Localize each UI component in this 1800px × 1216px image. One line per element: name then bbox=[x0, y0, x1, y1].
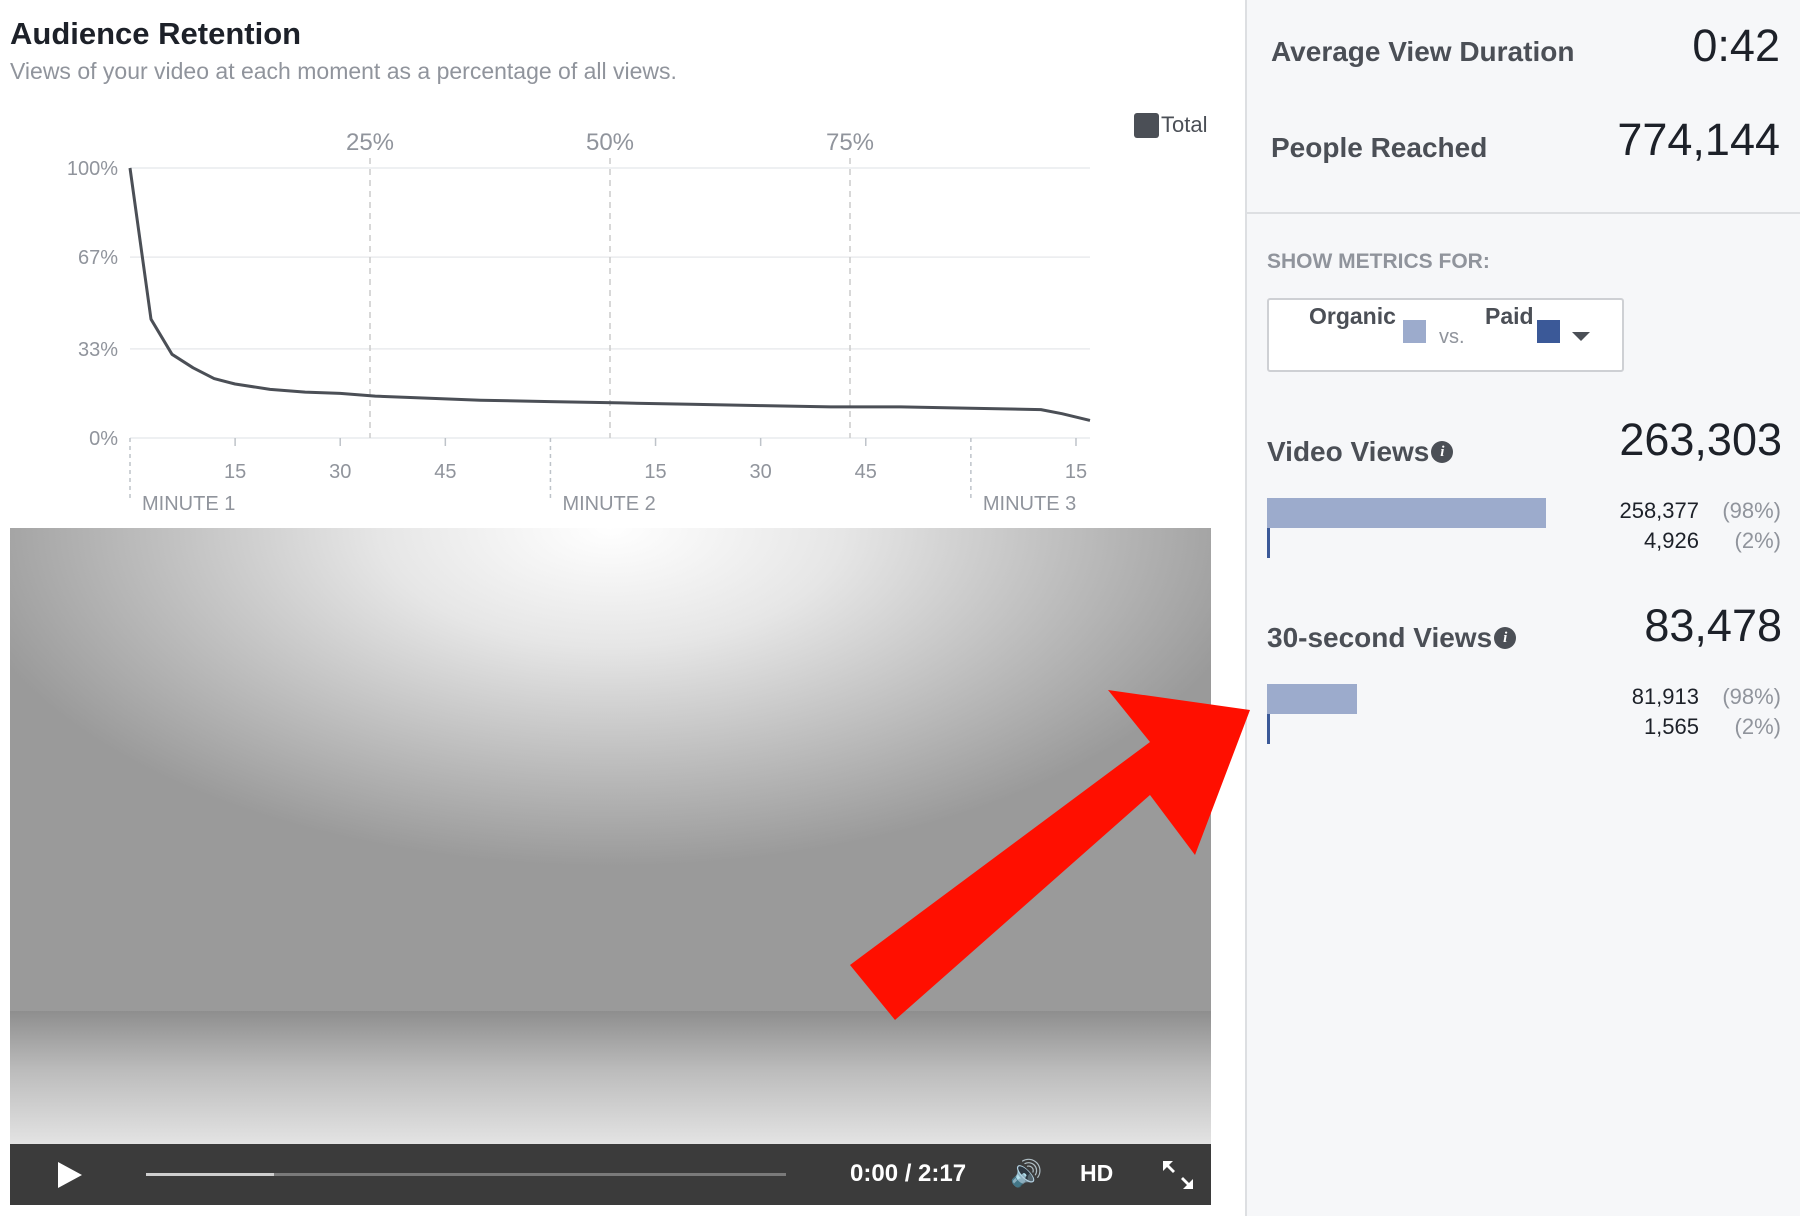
legend-swatch bbox=[1134, 112, 1159, 138]
metrics-heading: SHOW METRICS FOR: bbox=[1267, 250, 1490, 273]
quartile-label: 50% bbox=[586, 129, 634, 156]
thirty-second-views-organic-pct: (98%) bbox=[1722, 684, 1781, 709]
info-icon[interactable]: i bbox=[1494, 627, 1517, 649]
y-tick-label: 0% bbox=[89, 428, 118, 450]
minute-label: MINUTE 3 bbox=[983, 493, 1076, 515]
retention-subtitle: Views of your video at each moment as a … bbox=[10, 58, 677, 84]
volume-icon[interactable]: 🔊 bbox=[1010, 1158, 1042, 1189]
organic-swatch bbox=[1403, 320, 1426, 343]
paid-swatch bbox=[1537, 320, 1560, 343]
video-views-paid-pct: (2%) bbox=[1734, 528, 1781, 553]
hd-button[interactable]: HD bbox=[1080, 1160, 1113, 1187]
minute-label: MINUTE 1 bbox=[142, 493, 235, 515]
thirty-second-views-paid-count: 1,565 bbox=[1643, 714, 1699, 739]
video-views-organic-pct: (98%) bbox=[1722, 498, 1781, 523]
thirty-second-views-label: 30-second Views i bbox=[1267, 622, 1517, 654]
video-views-paid-bar bbox=[1267, 528, 1270, 558]
metrics-selector-dropdown[interactable]: Organic vs. Paid bbox=[1267, 298, 1624, 372]
x-tick-label: 15 bbox=[224, 461, 246, 483]
x-tick-label: 15 bbox=[1065, 461, 1087, 483]
thirty-second-views-total: 83,478 bbox=[1644, 600, 1782, 651]
video-progress-fill bbox=[146, 1173, 274, 1176]
thirty-second-views-label-text: 30-second Views bbox=[1267, 622, 1493, 653]
retention-chart: 100% 67% 33% 0% 25% 50% 75% 15 30 45 15 30 45 15 MINUT… bbox=[67, 129, 1091, 515]
page-root: Audience Retention Views of your video a… bbox=[0, 0, 1800, 1216]
thirty-second-views-paid-pct: (2%) bbox=[1734, 714, 1781, 739]
thirty-second-views-organic-bar bbox=[1267, 684, 1358, 714]
chevron-down-icon bbox=[1572, 332, 1590, 341]
info-icon[interactable]: i bbox=[1431, 441, 1454, 463]
avg-view-duration-label: Average View Duration bbox=[1271, 36, 1575, 67]
people-reached-label: People Reached bbox=[1271, 132, 1488, 163]
minute-label: MINUTE 2 bbox=[562, 493, 655, 515]
avg-view-duration-value: 0:42 bbox=[1692, 20, 1780, 71]
x-tick-label: 30 bbox=[329, 461, 351, 483]
y-tick-label: 67% bbox=[78, 247, 118, 269]
people-reached-value: 774,144 bbox=[1617, 114, 1780, 165]
quartile-label: 25% bbox=[346, 129, 394, 156]
video-views-organic-bar bbox=[1267, 498, 1547, 528]
fullscreen-icon[interactable] bbox=[1160, 1158, 1196, 1192]
annotation-arrow bbox=[850, 690, 1250, 1020]
video-views-organic-count: 258,377 bbox=[1619, 498, 1699, 523]
play-icon[interactable] bbox=[58, 1162, 82, 1188]
y-tick-label: 100% bbox=[67, 158, 118, 180]
video-views-paid-count: 4,926 bbox=[1643, 528, 1699, 553]
video-time: 0:00 / 2:17 bbox=[850, 1160, 967, 1187]
section-divider bbox=[1247, 212, 1800, 214]
metrics-panel: Average View Duration 0:42 People Reache… bbox=[1245, 0, 1800, 1216]
video-views-total: 263,303 bbox=[1619, 414, 1782, 465]
thirty-second-views-organic-count: 81,913 bbox=[1631, 684, 1699, 709]
y-tick-label: 33% bbox=[78, 339, 118, 361]
retention-title: Audience Retention bbox=[10, 16, 302, 51]
retention-panel: Audience Retention Views of your video a… bbox=[0, 0, 1245, 1216]
video-views-label-text: Video Views bbox=[1267, 436, 1430, 467]
video-backdrop-floor bbox=[10, 1011, 1211, 1144]
chart-legend[interactable]: Total bbox=[1134, 112, 1207, 138]
x-tick-label: 30 bbox=[750, 461, 772, 483]
thirty-second-views-paid-bar bbox=[1267, 714, 1270, 744]
quartile-label: 75% bbox=[826, 129, 874, 156]
x-tick-label: 45 bbox=[855, 461, 877, 483]
paid-label: Paid bbox=[1485, 303, 1534, 329]
video-views-label: Video Views i bbox=[1267, 436, 1454, 468]
legend-label: Total bbox=[1161, 112, 1208, 137]
vs-label: vs. bbox=[1439, 326, 1465, 348]
organic-label: Organic bbox=[1309, 303, 1396, 329]
x-tick-label: 15 bbox=[644, 461, 666, 483]
video-controls: 0:00 / 2:17 🔊 HD bbox=[10, 1144, 1211, 1205]
video-progress-bar[interactable] bbox=[146, 1173, 786, 1176]
x-tick-label: 45 bbox=[434, 461, 456, 483]
